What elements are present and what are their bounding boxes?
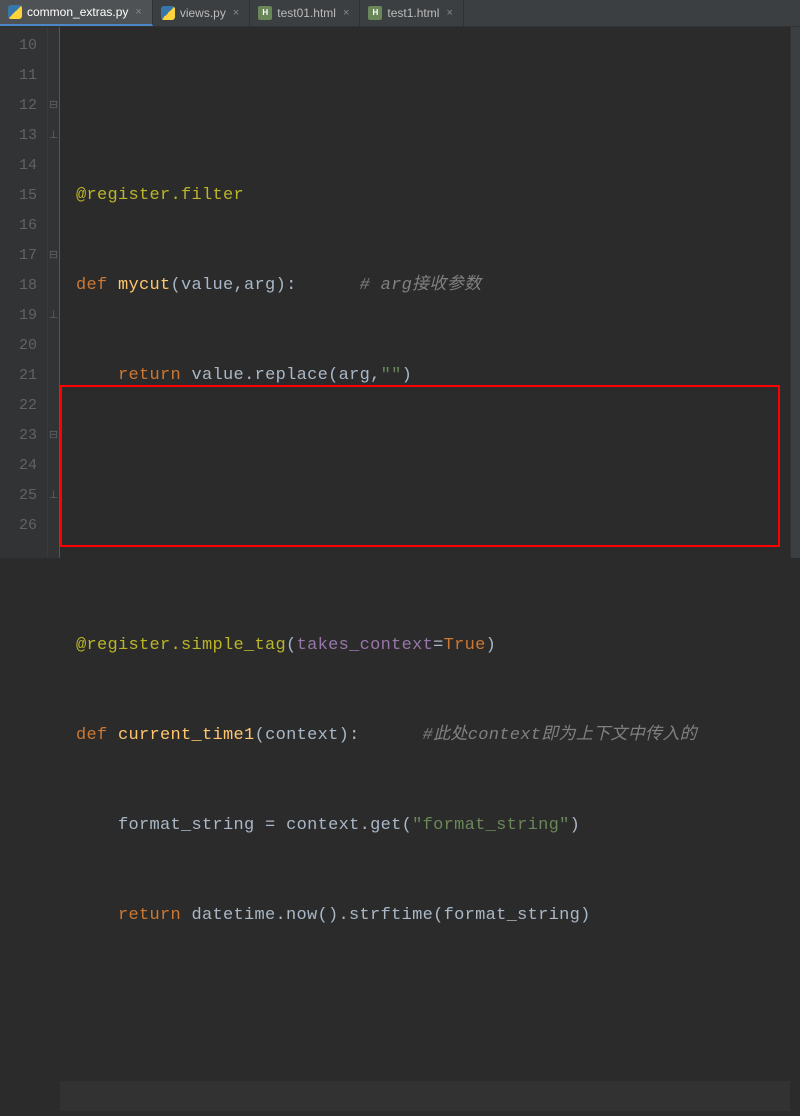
tab-test1[interactable]: H test1.html × [360, 0, 463, 26]
code-area[interactable]: @register.filter def mycut(value,arg): #… [60, 27, 790, 558]
line-number: 18 [0, 271, 37, 301]
line-number: 24 [0, 451, 37, 481]
scrollbar[interactable] [790, 27, 800, 558]
code-line-highlighted [60, 1081, 790, 1111]
line-number: 25 [0, 481, 37, 511]
fold-marker[interactable]: ⊥ [48, 121, 59, 151]
code-line [76, 991, 790, 1021]
python-icon [8, 5, 22, 19]
line-number: 26 [0, 511, 37, 541]
fold-marker[interactable]: ⊟ [48, 241, 59, 271]
tab-label: test1.html [387, 6, 439, 20]
line-number: 23 [0, 421, 37, 451]
code-line: return value.replace(arg,"") [76, 361, 790, 391]
tab-label: test01.html [277, 6, 336, 20]
fold-marker[interactable] [48, 391, 59, 421]
close-icon[interactable]: × [444, 7, 454, 19]
tab-label: common_extras.py [27, 5, 128, 19]
tab-common-extras[interactable]: common_extras.py × [0, 0, 153, 26]
code-line: def current_time1(context): #此处context即为… [76, 721, 790, 751]
line-number: 19 [0, 301, 37, 331]
python-icon [161, 6, 175, 20]
tab-test01[interactable]: H test01.html × [250, 0, 360, 26]
close-icon[interactable]: × [231, 7, 241, 19]
code-line [76, 451, 790, 481]
fold-marker[interactable] [48, 331, 59, 361]
tab-bar: common_extras.py × views.py × H test01.h… [0, 0, 800, 27]
code-line [76, 541, 790, 571]
fold-marker[interactable] [48, 61, 59, 91]
line-number: 14 [0, 151, 37, 181]
code-line: @register.filter [76, 181, 790, 211]
line-number: 22 [0, 391, 37, 421]
line-number: 13 [0, 121, 37, 151]
code-line: return datetime.now().strftime(format_st… [76, 901, 790, 931]
line-number: 20 [0, 331, 37, 361]
line-number: 10 [0, 31, 37, 61]
fold-marker[interactable]: ⊟ [48, 91, 59, 121]
fold-marker[interactable] [48, 361, 59, 391]
line-number: 17 [0, 241, 37, 271]
line-number: 11 [0, 61, 37, 91]
html-icon: H [368, 6, 382, 20]
line-number: 16 [0, 211, 37, 241]
line-number: 15 [0, 181, 37, 211]
fold-column: ⊟⊥⊟⊥⊟⊥ [48, 27, 60, 558]
fold-marker[interactable] [48, 451, 59, 481]
fold-marker[interactable]: ⊥ [48, 301, 59, 331]
fold-marker[interactable]: ⊥ [48, 481, 59, 511]
close-icon[interactable]: × [133, 6, 143, 18]
code-line [76, 91, 790, 121]
fold-marker[interactable] [48, 31, 59, 61]
line-number: 12 [0, 91, 37, 121]
code-line: format_string = context.get("format_stri… [76, 811, 790, 841]
gutter: 1011121314151617181920212223242526 [0, 27, 48, 558]
fold-marker[interactable] [48, 181, 59, 211]
code-line: def mycut(value,arg): # arg接收参数 [76, 271, 790, 301]
fold-marker[interactable] [48, 511, 59, 541]
editor[interactable]: 1011121314151617181920212223242526 ⊟⊥⊟⊥⊟… [0, 27, 800, 558]
fold-marker[interactable] [48, 211, 59, 241]
tab-views[interactable]: views.py × [153, 0, 250, 26]
html-icon: H [258, 6, 272, 20]
fold-marker[interactable]: ⊟ [48, 421, 59, 451]
tab-label: views.py [180, 6, 226, 20]
close-icon[interactable]: × [341, 7, 351, 19]
code-line: @register.simple_tag(takes_context=True) [76, 631, 790, 661]
line-number: 21 [0, 361, 37, 391]
fold-marker[interactable] [48, 151, 59, 181]
fold-marker[interactable] [48, 271, 59, 301]
